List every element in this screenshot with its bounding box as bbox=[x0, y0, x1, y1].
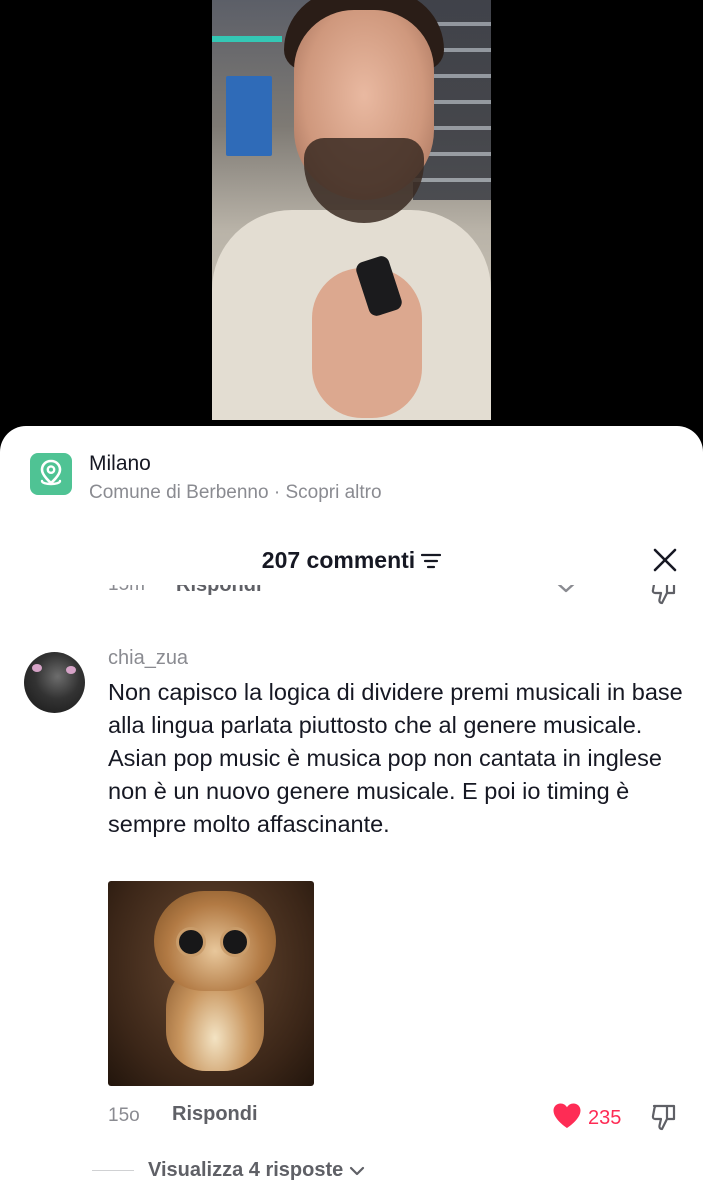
gif-animal-eye bbox=[176, 927, 206, 957]
chevron-down-icon[interactable] bbox=[552, 585, 580, 599]
previous-comment-time: 15m bbox=[108, 585, 145, 596]
comment-time: 15o bbox=[108, 1105, 140, 1126]
previous-reply-button[interactable]: Rispondi bbox=[176, 585, 262, 597]
comment-count: 207 commenti bbox=[261, 547, 416, 573]
view-replies-label[interactable]: Visualizza 4 risposte bbox=[148, 1159, 343, 1182]
gif-animal-eye bbox=[220, 927, 250, 957]
like-count: 235 bbox=[588, 1106, 622, 1129]
comment-username[interactable]: chia_zua bbox=[108, 647, 188, 670]
location-subtitle[interactable]: Comune di Berbenno · Scopri altro bbox=[89, 482, 382, 504]
previous-comment-actions: 15m Rispondi bbox=[0, 585, 703, 609]
close-icon[interactable] bbox=[651, 546, 679, 574]
comments-header: 207 commenti bbox=[0, 542, 703, 576]
avatar[interactable] bbox=[24, 652, 85, 713]
like-button[interactable]: 235 bbox=[552, 1102, 621, 1134]
heart-icon[interactable] bbox=[552, 1102, 582, 1134]
video-player[interactable] bbox=[0, 0, 703, 440]
comments-sheet: Milano Comune di Berbenno · Scopri altro… bbox=[0, 426, 703, 1200]
gif-animal-head bbox=[154, 891, 276, 991]
comment-gif-image[interactable] bbox=[108, 881, 314, 1086]
reply-button[interactable]: Rispondi bbox=[172, 1103, 258, 1126]
video-frame[interactable] bbox=[212, 0, 491, 420]
comment-actions: 15o Rispondi 235 bbox=[0, 1099, 703, 1131]
map-pin-icon bbox=[30, 453, 72, 495]
video-led-strip bbox=[212, 36, 282, 42]
video-poster bbox=[226, 76, 272, 156]
filter-icon[interactable] bbox=[421, 544, 442, 578]
comment-text: Non capisco la logica di dividere premi … bbox=[108, 679, 683, 837]
view-replies-divider bbox=[92, 1170, 134, 1171]
dislike-icon[interactable] bbox=[650, 585, 680, 609]
dislike-icon[interactable] bbox=[650, 1102, 680, 1137]
view-replies-button[interactable]: Visualizza 4 risposte bbox=[92, 1159, 365, 1182]
location-row[interactable]: Milano Comune di Berbenno · Scopri altro bbox=[30, 452, 382, 504]
chevron-down-icon[interactable] bbox=[349, 1163, 365, 1181]
location-title[interactable]: Milano bbox=[89, 452, 382, 476]
